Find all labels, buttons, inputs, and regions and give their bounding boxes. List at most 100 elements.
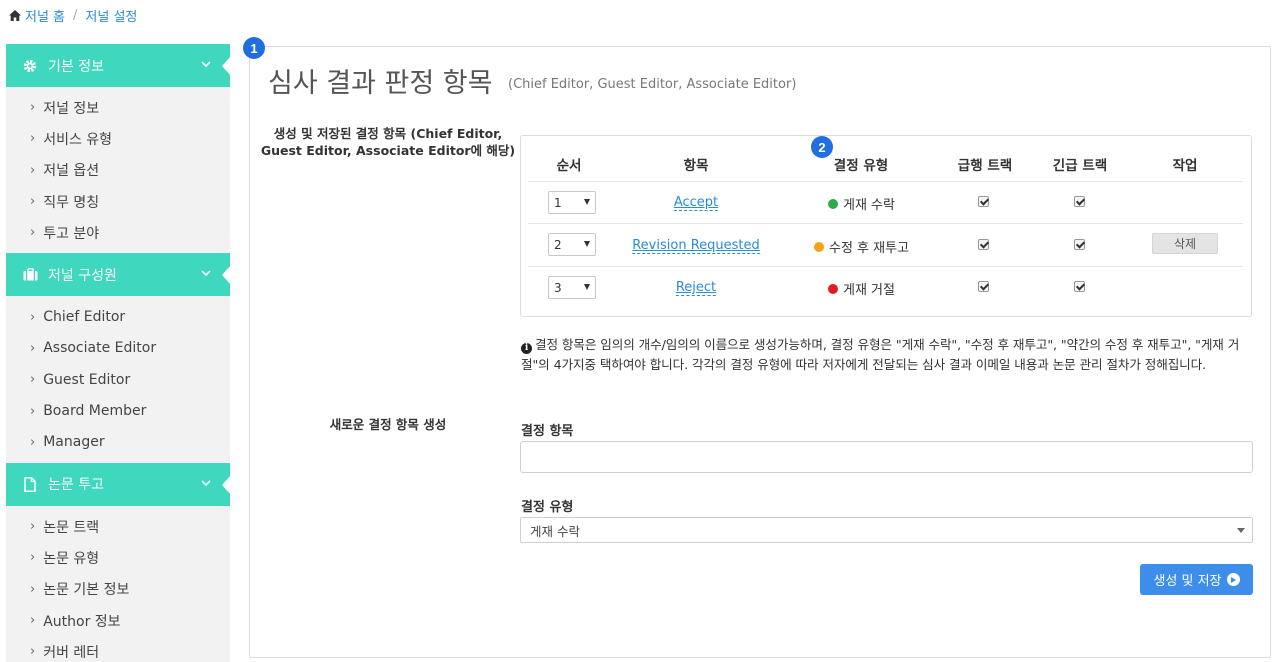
decision-item-link[interactable]: Reject: [675, 280, 717, 296]
sidebar-item-list: › 저널 정보 › 서비스 유형 › 저널 옵션 › 직무 명칭 › 투고 분야: [6, 87, 230, 253]
sidebar-item-label: 커버 레터: [43, 644, 100, 661]
notice-body: 결정 항목은 임의의 개수/임의의 이름으로 생성가능하며, 결정 유형은 "게…: [521, 337, 1240, 372]
urgent-track-checkbox[interactable]: [1074, 239, 1085, 250]
breadcrumb-home-link[interactable]: 저널 홈: [25, 6, 65, 25]
sidebar-item-label: 저널 정보: [43, 100, 100, 117]
chevron-right-icon: ›: [30, 403, 36, 419]
caret-down-icon: [584, 199, 590, 205]
annotation-badge-1: 1: [243, 37, 265, 59]
sidebar-item-chief-editor[interactable]: › Chief Editor: [6, 301, 230, 332]
chevron-right-icon: ›: [30, 550, 36, 566]
sidebar-item-paper-track[interactable]: › 논문 트랙: [6, 511, 230, 542]
order-value: 2: [554, 237, 562, 252]
sidebar-item-label: Board Member: [43, 403, 147, 420]
sidebar-item-service-type[interactable]: › 서비스 유형: [6, 123, 230, 154]
order-select[interactable]: 2: [548, 233, 596, 256]
chevron-right-icon: ›: [30, 100, 36, 116]
notice-text: i 결정 항목은 임의의 개수/임의의 이름으로 생성가능하며, 결정 유형은 "…: [521, 335, 1256, 375]
breadcrumb-separator: /: [73, 7, 78, 23]
sidebar-item-label: 논문 유형: [43, 550, 100, 567]
caret-down-icon: [1237, 528, 1245, 533]
sidebar-section-submission[interactable]: 논문 투고: [6, 462, 231, 506]
briefcase-icon: [22, 267, 38, 283]
arrow-circle-right-icon: [1226, 573, 1240, 586]
sidebar-section-members[interactable]: 저널 구성원: [6, 253, 231, 297]
fast-track-checkbox[interactable]: [978, 196, 989, 207]
sidebar-item-label: Author 정보: [43, 613, 121, 630]
fast-track-checkbox[interactable]: [978, 239, 989, 250]
breadcrumb: 저널 홈 / 저널 설정: [9, 6, 137, 25]
decision-type-label: 게재 수락: [843, 198, 895, 213]
chevron-right-icon: ›: [30, 581, 36, 597]
breadcrumb-current-link[interactable]: 저널 설정: [85, 6, 137, 25]
header-item: 항목: [683, 158, 709, 174]
annotation-badge-2: 2: [811, 136, 833, 158]
page-subtitle: (Chief Editor, Guest Editor, Associate E…: [508, 77, 797, 92]
header-decision-type: 결정 유형: [833, 158, 889, 174]
sidebar-item-list: › Chief Editor › Associate Editor › Guest E…: [6, 296, 230, 462]
sidebar-section-basic-info[interactable]: 기본 정보: [6, 44, 231, 87]
table-header: 순서 항목 결정 유형 급행 트랙 긴급 트랙 작업: [521, 136, 1251, 181]
home-icon[interactable]: [9, 9, 21, 21]
urgent-track-checkbox[interactable]: [1074, 196, 1085, 207]
sidebar-item-label: 서비스 유형: [43, 131, 113, 148]
sidebar-item-journal-options[interactable]: › 저널 옵션: [6, 155, 230, 186]
sidebar-item-cover-letter[interactable]: › 커버 레터: [6, 636, 230, 662]
chevron-right-icon: ›: [30, 340, 36, 356]
sidebar-item-label: 논문 트랙: [43, 519, 100, 536]
sidebar-item-author-info[interactable]: › Author 정보: [6, 605, 230, 636]
chevron-down-icon: [201, 61, 211, 68]
sidebar-item-paper-basic-info[interactable]: › 논문 기본 정보: [6, 574, 230, 605]
header-urgent-track: 긴급 트랙: [1052, 158, 1108, 174]
sidebar-item-manager[interactable]: › Manager: [6, 427, 230, 458]
create-and-save-button[interactable]: 생성 및 저장: [1140, 564, 1253, 595]
chevron-right-icon: ›: [30, 162, 36, 178]
table-row: 1 Accept 게재 수락: [528, 181, 1243, 224]
decision-item-field-label: 결정 항목: [521, 424, 574, 439]
file-icon: [22, 476, 38, 492]
order-select[interactable]: 1: [548, 191, 596, 214]
decision-item-link[interactable]: Accept: [673, 195, 719, 211]
sidebar-section-title: 저널 구성원: [48, 267, 117, 284]
existing-items-label: 생성 및 저장된 결정 항목 (Chief Editor, Guest Edit…: [260, 126, 516, 158]
sidebar-item-list: › 논문 트랙 › 논문 유형 › 논문 기본 정보 › Author 정보 › 커버 레…: [6, 506, 230, 662]
sidebar-item-job-titles[interactable]: › 직무 명칭: [6, 186, 230, 217]
page-title: 심사 결과 판정 항목: [268, 68, 493, 99]
caret-down-icon: [584, 241, 590, 247]
urgent-track-checkbox[interactable]: [1074, 281, 1085, 292]
decision-type-field-label: 결정 유형: [521, 500, 574, 515]
chevron-right-icon: ›: [30, 225, 36, 241]
gear-icon: [22, 58, 38, 74]
chevron-right-icon: ›: [30, 434, 36, 450]
chevron-right-icon: ›: [30, 309, 36, 325]
delete-button[interactable]: 삭제: [1152, 233, 1218, 254]
header-fast-track: 급행 트랙: [957, 158, 1013, 174]
fast-track-checkbox[interactable]: [978, 281, 989, 292]
order-select[interactable]: 3: [548, 276, 596, 299]
sidebar-section-title: 기본 정보: [48, 58, 104, 75]
status-dot-icon: [828, 283, 838, 294]
create-and-save-label: 생성 및 저장: [1153, 574, 1222, 589]
decision-item-input[interactable]: [520, 441, 1253, 473]
decision-type-select-value: 게재 수락: [530, 523, 580, 539]
info-icon: i: [521, 342, 532, 354]
sidebar-item-label: Manager: [43, 434, 105, 451]
sidebar-item-journal-info[interactable]: › 저널 정보: [6, 92, 230, 123]
chevron-right-icon: ›: [30, 131, 36, 147]
chevron-right-icon: ›: [30, 372, 36, 388]
sidebar-item-board-member[interactable]: › Board Member: [6, 395, 230, 426]
chevron-right-icon: ›: [30, 194, 36, 210]
decision-type-select[interactable]: 게재 수락: [520, 517, 1253, 543]
sidebar-item-label: Guest Editor: [43, 371, 131, 388]
sidebar-item-associate-editor[interactable]: › Associate Editor: [6, 333, 230, 364]
status-dot-icon: [828, 198, 838, 209]
sidebar-item-label: 직무 명칭: [43, 194, 100, 211]
sidebar-item-guest-editor[interactable]: › Guest Editor: [6, 364, 230, 395]
decision-item-link[interactable]: Revision Requested: [632, 238, 760, 254]
order-value: 1: [554, 195, 562, 210]
decision-type-label: 게재 거절: [843, 283, 895, 298]
sidebar-item-submission-fields[interactable]: › 투고 분야: [6, 217, 230, 248]
sidebar-item-paper-type[interactable]: › 논문 유형: [6, 542, 230, 573]
header-order: 순서: [556, 158, 582, 174]
chevron-down-icon: [201, 270, 211, 277]
